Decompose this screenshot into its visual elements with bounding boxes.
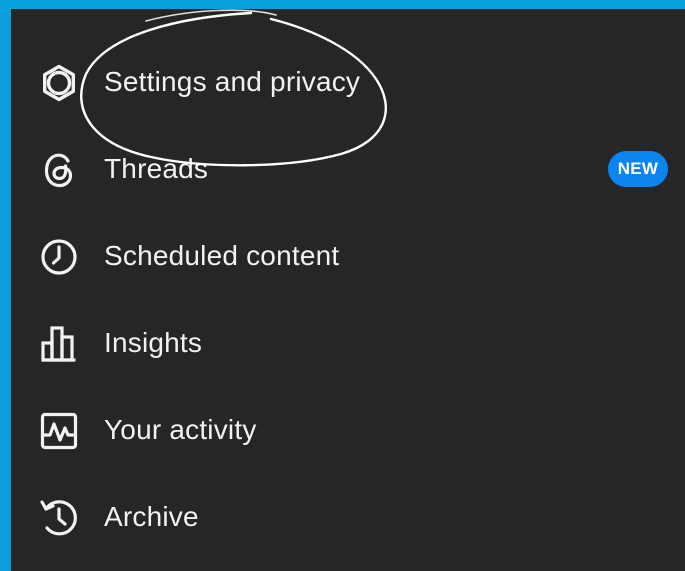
menu-item-archive[interactable]: Archive bbox=[11, 481, 685, 553]
new-badge: NEW bbox=[608, 151, 668, 187]
threads-icon bbox=[39, 150, 79, 190]
gear-icon bbox=[39, 63, 79, 103]
activity-icon bbox=[39, 411, 79, 451]
menu-item-settings-and-privacy[interactable]: Settings and privacy bbox=[11, 46, 685, 118]
menu-label-archive: Archive bbox=[104, 501, 199, 532]
menu-label-threads: Threads bbox=[104, 153, 209, 184]
archive-icon bbox=[39, 498, 79, 538]
menu-item-scheduled-content[interactable]: Scheduled content bbox=[11, 220, 685, 292]
settings-menu-panel: Settings and privacy Threads NEW Schedul… bbox=[11, 9, 685, 571]
menu-item-insights[interactable]: Insights bbox=[11, 307, 685, 379]
clock-icon bbox=[39, 237, 79, 277]
menu-label-settings-and-privacy: Settings and privacy bbox=[104, 66, 361, 97]
menu-label-scheduled-content: Scheduled content bbox=[104, 240, 340, 271]
bar-chart-icon bbox=[39, 324, 79, 364]
menu-label-insights: Insights bbox=[104, 327, 203, 358]
menu-item-your-activity[interactable]: Your activity bbox=[11, 394, 685, 466]
menu-label-your-activity: Your activity bbox=[104, 414, 257, 445]
menu-item-threads[interactable]: Threads NEW bbox=[11, 133, 685, 205]
